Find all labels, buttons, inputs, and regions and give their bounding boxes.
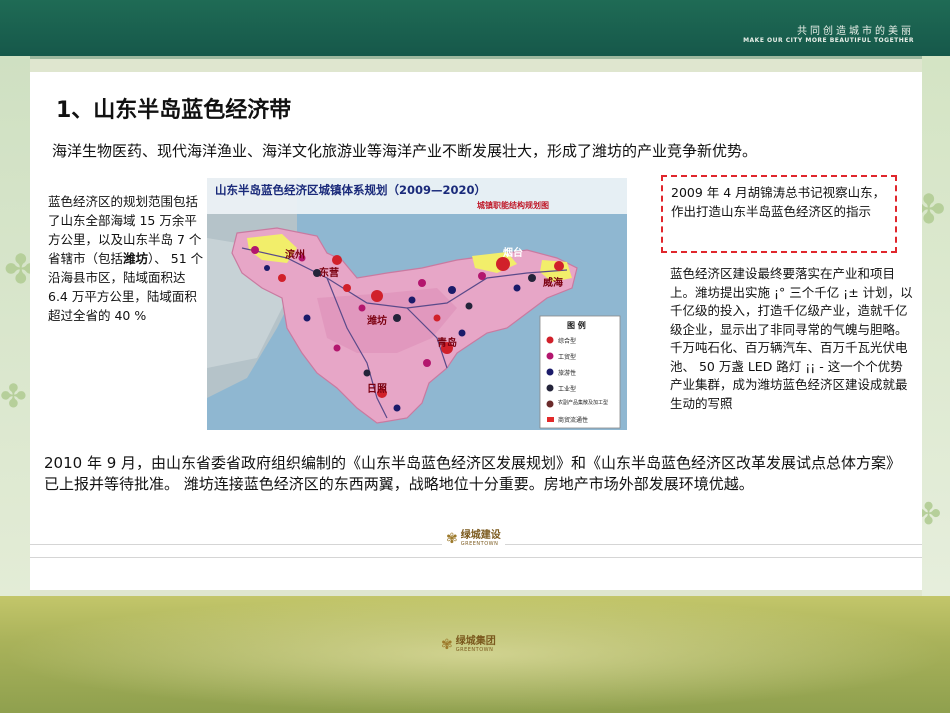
city-label: 潍坊 bbox=[367, 314, 387, 327]
city-label: 青岛 bbox=[437, 336, 457, 349]
legend-swatch bbox=[546, 352, 554, 360]
bottom-glow bbox=[0, 596, 950, 713]
left-description: 蓝色经济区的规划范围包括了山东全部海域 15 万余平方公里，以及山东半岛 7 个… bbox=[48, 192, 206, 325]
quote-box: 2009 年 4 月胡锦涛总书记视察山东，作出打造山东半岛蓝色经济区的指示 bbox=[661, 175, 897, 253]
logo-english: GREENTOWN bbox=[460, 541, 499, 547]
legend-label: 工贸型 bbox=[558, 353, 576, 361]
city-label: 威海 bbox=[543, 276, 563, 289]
legend-title: 图 例 bbox=[567, 320, 586, 330]
legend-label: 农副产品集散及加工型 bbox=[558, 399, 608, 406]
legend-label: 商贸流通性 bbox=[558, 416, 588, 424]
right-description: 蓝色经济区建设最终要落实在产业和项目上。潍坊提出实施 ¡° 三个千亿 ¡± 计划… bbox=[670, 266, 913, 411]
slide-title: 1、山东半岛蓝色经济带 bbox=[56, 98, 292, 123]
background-left bbox=[0, 56, 30, 596]
city-label: 东营 bbox=[319, 266, 339, 279]
logo-chinese: 绿城集团 bbox=[455, 636, 496, 647]
legend-swatch bbox=[546, 368, 554, 376]
city-label: 日照 bbox=[367, 383, 387, 395]
legend-label: 综合型 bbox=[558, 337, 576, 345]
legend-swatch bbox=[546, 336, 554, 344]
top-banner: 共同创造城市的美丽 MAKE OUR CITY MORE BEAUTIFUL T… bbox=[0, 0, 950, 59]
map-legend: 图 例 综合型 工贸型 旅游性 工业型 农副产品集散及加工型 商贸流通性 bbox=[539, 315, 621, 429]
banner-stripe bbox=[0, 56, 950, 59]
slogan-chinese: 共同创造城市的美丽 bbox=[797, 26, 914, 37]
city-label: 滨州 bbox=[285, 248, 305, 261]
map-graphic: 山东半岛蓝色经济区城镇体系规划（2009—2020） 城镇职能结构规划图 滨州 … bbox=[207, 178, 627, 430]
legend-label: 旅游性 bbox=[558, 369, 576, 377]
city-label: 烟台 bbox=[503, 246, 523, 259]
greentown-logo-icon: ✾ bbox=[446, 531, 458, 547]
slogan-english: MAKE OUR CITY MORE BEAUTIFUL TOGETHER bbox=[743, 37, 914, 44]
bottom-paragraph: 2010 年 9 月，由山东省委省政府组织编制的《山东半岛蓝色经济区发展规划》和… bbox=[44, 454, 894, 493]
planning-map: 山东半岛蓝色经济区城镇体系规划（2009—2020） 城镇职能结构规划图 滨州 … bbox=[207, 178, 627, 430]
legend-swatch bbox=[546, 400, 554, 408]
legend-swatch bbox=[546, 384, 554, 392]
legend-label: 工业型 bbox=[558, 385, 576, 393]
intro-text: 海洋生物医药、现代海洋渔业、海洋文化旅游业等海洋产业不断发展壮大，形成了潍坊的产… bbox=[52, 142, 758, 160]
map-title: 山东半岛蓝色经济区城镇体系规划（2009—2020） bbox=[215, 183, 486, 197]
left-text-bold: 潍坊 bbox=[123, 251, 149, 266]
greentown-group-logo: ✾ 绿城集团 GREENTOWN bbox=[441, 636, 496, 654]
greentown-construction-logo: ✾ 绿城建设 GREENTOWN bbox=[442, 530, 505, 548]
bottom-band bbox=[0, 596, 950, 713]
logo-chinese: 绿城建设 bbox=[460, 530, 501, 541]
footer-divider bbox=[30, 557, 922, 558]
greentown-logo-icon: ✾ bbox=[441, 637, 453, 653]
map-subtitle: 城镇职能结构规划图 bbox=[477, 200, 549, 210]
clover-icon: ✤ bbox=[0, 377, 27, 415]
legend-swatch bbox=[547, 417, 554, 422]
logo-english: GREENTOWN bbox=[455, 647, 494, 653]
content-card: 1、山东半岛蓝色经济带 海洋生物医药、现代海洋渔业、海洋文化旅游业等海洋产业不断… bbox=[30, 72, 922, 590]
